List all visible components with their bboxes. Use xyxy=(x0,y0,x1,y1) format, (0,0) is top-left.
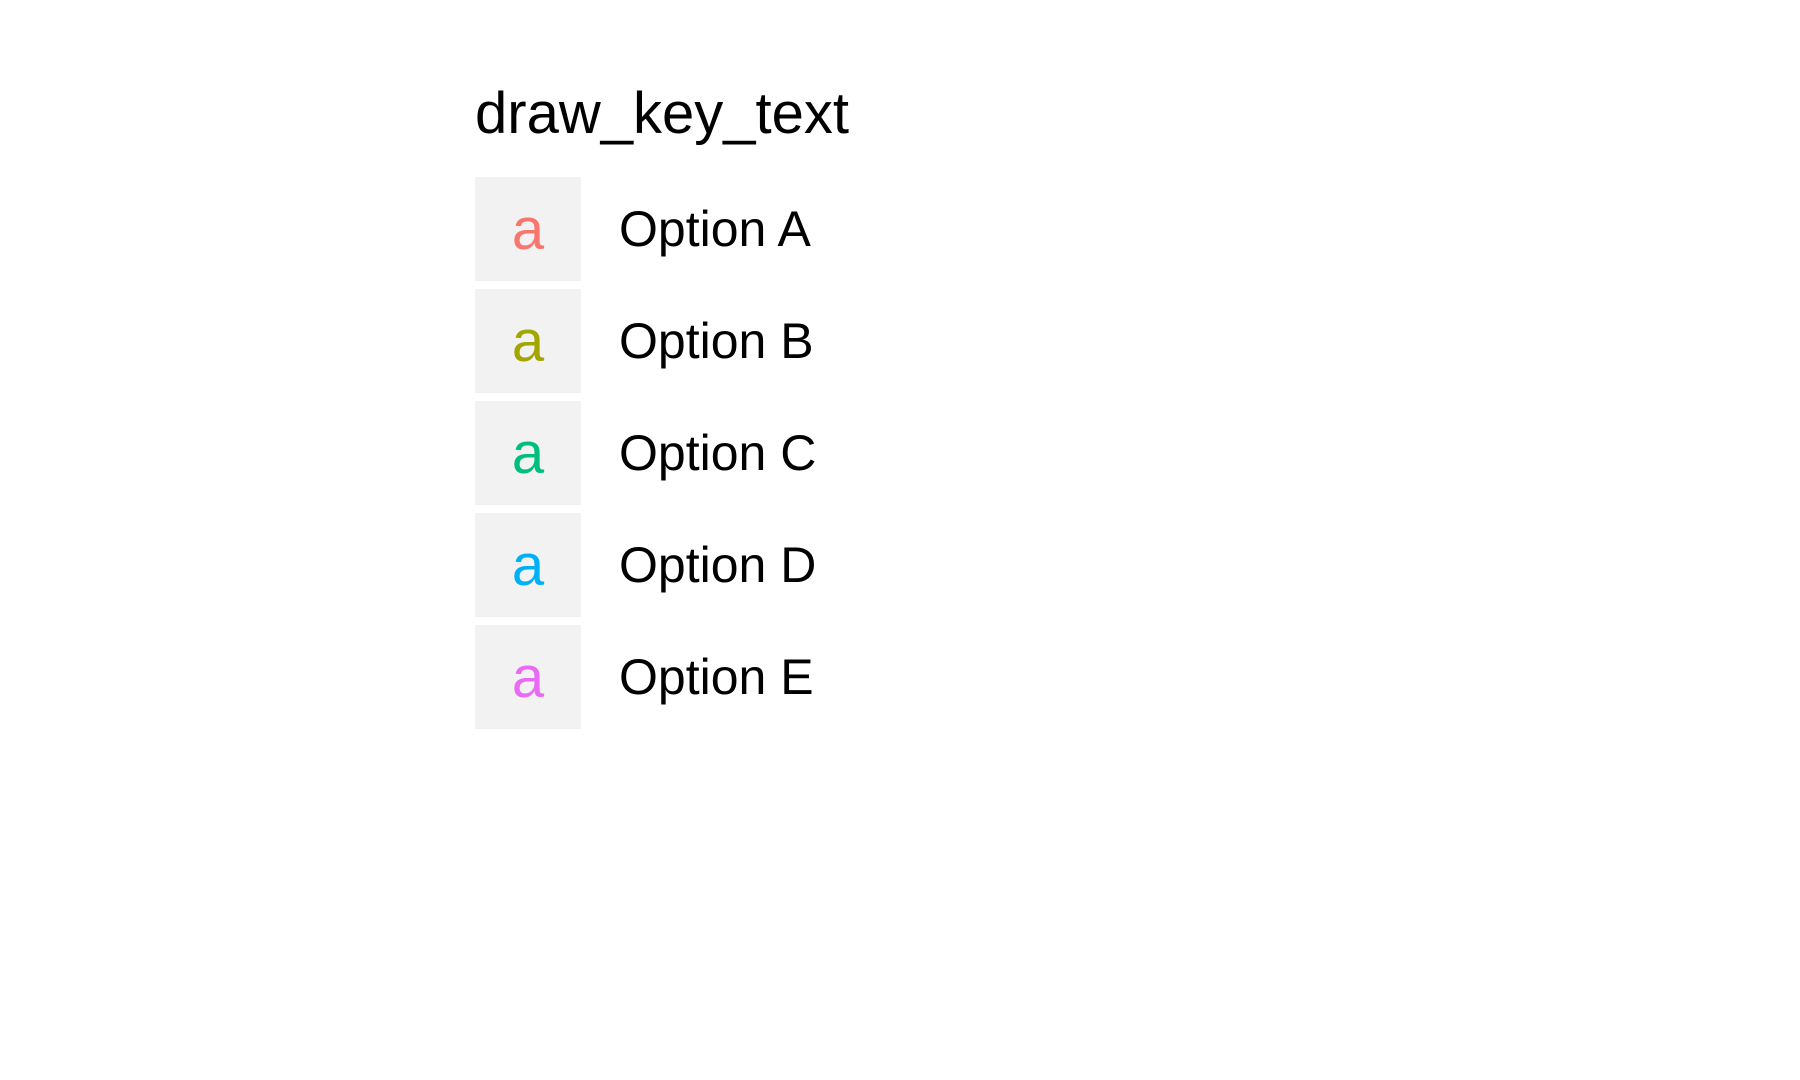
legend-key-glyph: a xyxy=(475,289,581,393)
legend-key-glyph: a xyxy=(475,513,581,617)
legend-key-glyph: a xyxy=(475,401,581,505)
legend: draw_key_text a Option A a Option B a Op… xyxy=(475,80,849,737)
legend-item-label: Option C xyxy=(619,424,816,482)
legend-item-label: Option B xyxy=(619,312,814,370)
legend-item: a Option A xyxy=(475,177,849,281)
legend-item: a Option C xyxy=(475,401,849,505)
legend-title: draw_key_text xyxy=(475,80,849,147)
legend-key-glyph: a xyxy=(475,625,581,729)
legend-item: a Option D xyxy=(475,513,849,617)
legend-key-glyph: a xyxy=(475,177,581,281)
legend-item: a Option E xyxy=(475,625,849,729)
legend-item-label: Option D xyxy=(619,536,816,594)
legend-item: a Option B xyxy=(475,289,849,393)
legend-item-label: Option E xyxy=(619,648,814,706)
legend-item-label: Option A xyxy=(619,200,811,258)
